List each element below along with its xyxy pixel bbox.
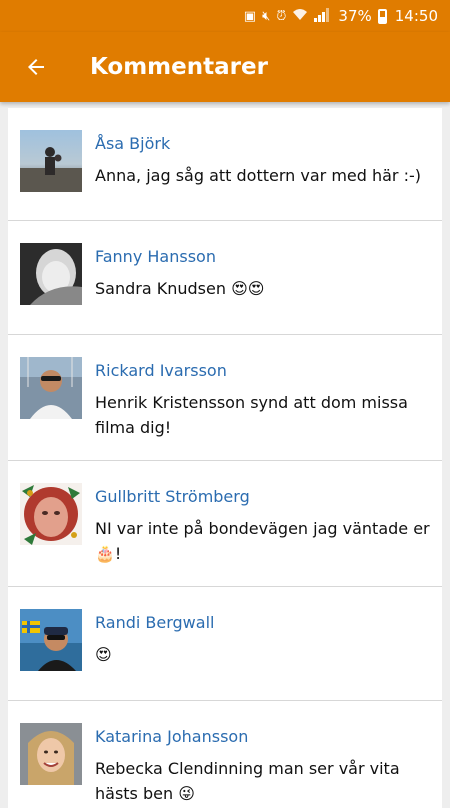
avatar[interactable]	[20, 609, 82, 671]
comment-author[interactable]: Katarina Johansson	[95, 727, 430, 746]
comment-author[interactable]: Rickard Ivarsson	[95, 361, 430, 380]
sim-icon: ▣	[243, 8, 257, 24]
avatar[interactable]	[20, 243, 82, 305]
comment-text: Sandra Knudsen 😍😍	[95, 279, 265, 298]
comment-item[interactable]: Katarina Johansson Rebecka Clendinning m…	[8, 701, 442, 808]
comment-text: 😍	[95, 645, 112, 664]
status-icons: ▣ 🔇︎ ⏰︎	[243, 7, 331, 25]
page-title: Kommentarer	[90, 54, 268, 80]
comment-author[interactable]: Randi Bergwall	[95, 613, 430, 632]
comment-item[interactable]: Rickard Ivarsson Henrik Kristensson synd…	[8, 335, 442, 461]
battery-percent: 37%	[338, 7, 372, 25]
mute-icon: 🔇︎	[262, 8, 271, 24]
comment-item[interactable]: Gullbritt Strömberg NI var inte på bonde…	[8, 461, 442, 587]
back-button[interactable]	[0, 32, 72, 102]
comment-item[interactable]: Åsa Björk Anna, jag såg att dottern var …	[8, 108, 442, 221]
alarm-icon: ⏰︎	[276, 8, 287, 24]
battery-icon	[377, 8, 387, 24]
comment-text: Rebecka Clendinning man ser vår vita häs…	[95, 759, 400, 803]
comment-text: NI var inte på bondevägen jag väntade er…	[95, 519, 430, 563]
avatar[interactable]	[20, 357, 82, 419]
comments-list[interactable]: Åsa Björk Anna, jag såg att dottern var …	[8, 108, 442, 808]
comment-author[interactable]: Åsa Björk	[95, 134, 430, 153]
comment-author[interactable]: Fanny Hansson	[95, 247, 430, 266]
avatar[interactable]	[20, 483, 82, 545]
comment-text: Henrik Kristensson synd att dom missa fi…	[95, 393, 408, 437]
comment-item[interactable]: Fanny Hansson Sandra Knudsen 😍😍	[8, 221, 442, 335]
comment-text: Anna, jag såg att dottern var med här :-…	[95, 166, 421, 185]
app-bar: Kommentarer	[0, 32, 450, 102]
wifi-icon	[292, 8, 308, 24]
comment-author[interactable]: Gullbritt Strömberg	[95, 487, 430, 506]
arrow-left-icon	[28, 59, 44, 75]
avatar[interactable]	[20, 723, 82, 785]
status-bar: ▣ 🔇︎ ⏰︎ 37% 14:50	[0, 0, 450, 32]
comment-item[interactable]: Randi Bergwall 😍	[8, 587, 442, 701]
avatar[interactable]	[20, 130, 82, 192]
signal-icon	[314, 7, 330, 25]
status-time: 14:50	[394, 7, 438, 25]
